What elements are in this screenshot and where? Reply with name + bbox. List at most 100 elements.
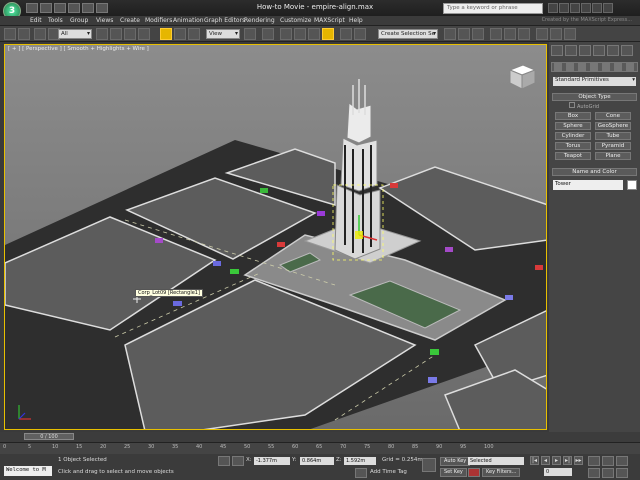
select-object-icon[interactable] xyxy=(96,28,108,40)
x-coordinate-field[interactable]: -1.377m xyxy=(254,457,290,465)
previous-frame-icon[interactable]: ◂ xyxy=(541,456,550,465)
lock-selection-icon[interactable] xyxy=(218,456,230,466)
pivot-center-icon[interactable] xyxy=(244,28,256,40)
menu-tools[interactable]: Tools xyxy=(48,17,63,24)
field-of-view-icon[interactable] xyxy=(588,468,600,478)
select-and-scale-icon[interactable] xyxy=(188,28,200,40)
window-crossing-icon[interactable] xyxy=(138,28,150,40)
lights-icon[interactable] xyxy=(578,63,586,71)
torus-button[interactable]: Torus xyxy=(555,142,591,150)
maximize-icon[interactable] xyxy=(592,3,602,13)
menu-rendering[interactable]: Rendering xyxy=(244,17,275,24)
hierarchy-tab-icon[interactable] xyxy=(579,45,591,56)
geometry-icon[interactable] xyxy=(554,63,562,71)
menu-views[interactable]: Views xyxy=(96,17,113,24)
search-input[interactable]: Type a keyword or phrase xyxy=(443,3,543,14)
y-coordinate-field[interactable]: 0.864m xyxy=(300,457,334,465)
zoom-icon[interactable] xyxy=(588,456,600,466)
menu-group[interactable]: Group xyxy=(70,17,88,24)
object-type-rollout[interactable]: Object Type xyxy=(552,93,637,101)
menu-graph-editors[interactable]: Graph Editors xyxy=(204,17,245,24)
time-slider[interactable]: 0 / 100 xyxy=(24,433,74,440)
redo-icon[interactable] xyxy=(18,28,30,40)
save-file-icon[interactable] xyxy=(54,3,66,13)
shapes-icon[interactable] xyxy=(566,63,574,71)
close-icon[interactable] xyxy=(603,3,613,13)
undo-icon[interactable] xyxy=(4,28,16,40)
mirror-icon[interactable] xyxy=(354,28,366,40)
motion-tab-icon[interactable] xyxy=(593,45,605,56)
goto-end-icon[interactable]: ▸▸ xyxy=(574,456,583,465)
helpers-icon[interactable] xyxy=(602,63,610,71)
redo-icon[interactable] xyxy=(82,3,94,13)
next-frame-icon[interactable]: ▸| xyxy=(563,456,572,465)
time-tag-icon[interactable] xyxy=(355,468,367,478)
percent-snap-icon[interactable] xyxy=(308,28,320,40)
set-key-button[interactable]: Set Key xyxy=(440,468,467,477)
render-setup-icon[interactable] xyxy=(536,28,548,40)
menu-customize[interactable]: Customize xyxy=(280,17,312,24)
add-time-tag[interactable]: Add Time Tag xyxy=(370,469,407,475)
menu-create[interactable]: Create xyxy=(120,17,140,24)
graphite-ribbon-icon[interactable] xyxy=(472,28,484,40)
angle-snap-icon[interactable] xyxy=(294,28,306,40)
box-button[interactable]: Box xyxy=(555,112,591,120)
curve-editor-icon[interactable] xyxy=(490,28,502,40)
open-file-icon[interactable] xyxy=(40,3,52,13)
menu-help[interactable]: Help xyxy=(349,17,363,24)
utilities-tab-icon[interactable] xyxy=(621,45,633,56)
space-warps-icon[interactable] xyxy=(614,63,622,71)
select-by-name-icon[interactable] xyxy=(110,28,122,40)
pan-icon[interactable] xyxy=(602,468,614,478)
menu-animation[interactable]: Animation xyxy=(173,17,204,24)
teapot-button[interactable]: Teapot xyxy=(555,152,591,160)
star-icon[interactable] xyxy=(559,3,569,13)
current-frame-field[interactable]: 0 xyxy=(544,468,572,476)
select-and-rotate-icon[interactable] xyxy=(174,28,186,40)
menu-maxscript[interactable]: MAXScript xyxy=(314,17,345,24)
sphere-button[interactable]: Sphere xyxy=(555,122,591,130)
material-editor-icon[interactable] xyxy=(518,28,530,40)
snaps-toggle-icon[interactable] xyxy=(280,28,292,40)
manipulate-icon[interactable] xyxy=(262,28,274,40)
auto-key-button[interactable]: Auto Key xyxy=(440,457,471,466)
cone-button[interactable]: Cone xyxy=(595,112,631,120)
z-coordinate-field[interactable]: 1.592m xyxy=(344,457,376,465)
schematic-view-icon[interactable] xyxy=(504,28,516,40)
primitive-category-dropdown[interactable]: Standard Primitives xyxy=(553,77,636,86)
perspective-viewport[interactable]: [ + ] [ Perspective ] [ Smooth + Highlig… xyxy=(4,44,547,430)
named-selection-dropdown[interactable]: Create Selection Se xyxy=(378,29,438,39)
undo-icon[interactable] xyxy=(68,3,80,13)
autogrid-checkbox[interactable]: AutoGrid xyxy=(569,102,599,110)
pyramid-button[interactable]: Pyramid xyxy=(595,142,631,150)
cameras-icon[interactable] xyxy=(590,63,598,71)
key-filters-button[interactable]: Key Filters... xyxy=(482,468,521,477)
viewport-label[interactable]: [ + ] [ Perspective ] [ Smooth + Highlig… xyxy=(8,46,149,52)
select-and-move-icon[interactable] xyxy=(160,28,172,40)
geosphere-button[interactable]: GeoSphere xyxy=(595,122,631,130)
key-icon[interactable] xyxy=(422,458,436,472)
align-icon[interactable] xyxy=(444,28,456,40)
modify-tab-icon[interactable] xyxy=(565,45,577,56)
track-bar[interactable]: 0 5 10 15 20 25 30 35 40 45 50 55 60 65 … xyxy=(0,442,640,454)
help-icon[interactable] xyxy=(570,3,580,13)
menu-modifiers[interactable]: Modifiers xyxy=(145,17,172,24)
rendered-frame-icon[interactable] xyxy=(550,28,562,40)
link-icon[interactable] xyxy=(34,28,46,40)
object-color-swatch[interactable] xyxy=(627,180,637,190)
new-file-icon[interactable] xyxy=(26,3,38,13)
orbit-icon[interactable] xyxy=(616,468,628,478)
reference-coordinate-dropdown[interactable]: View xyxy=(206,29,240,39)
spinner-snap-icon[interactable] xyxy=(322,28,334,40)
absolute-mode-icon[interactable] xyxy=(232,456,244,466)
minimize-icon[interactable] xyxy=(581,3,591,13)
object-name-field[interactable]: Tower xyxy=(553,180,623,190)
play-icon[interactable]: ▸ xyxy=(552,456,561,465)
zoom-all-icon[interactable] xyxy=(602,456,614,466)
tube-button[interactable]: Tube xyxy=(595,132,631,140)
edit-named-selection-icon[interactable] xyxy=(340,28,352,40)
goto-start-icon[interactable]: |◂ xyxy=(530,456,539,465)
render-production-icon[interactable] xyxy=(564,28,576,40)
rectangular-selection-icon[interactable] xyxy=(124,28,136,40)
selection-filter-dropdown[interactable]: All xyxy=(58,29,92,39)
